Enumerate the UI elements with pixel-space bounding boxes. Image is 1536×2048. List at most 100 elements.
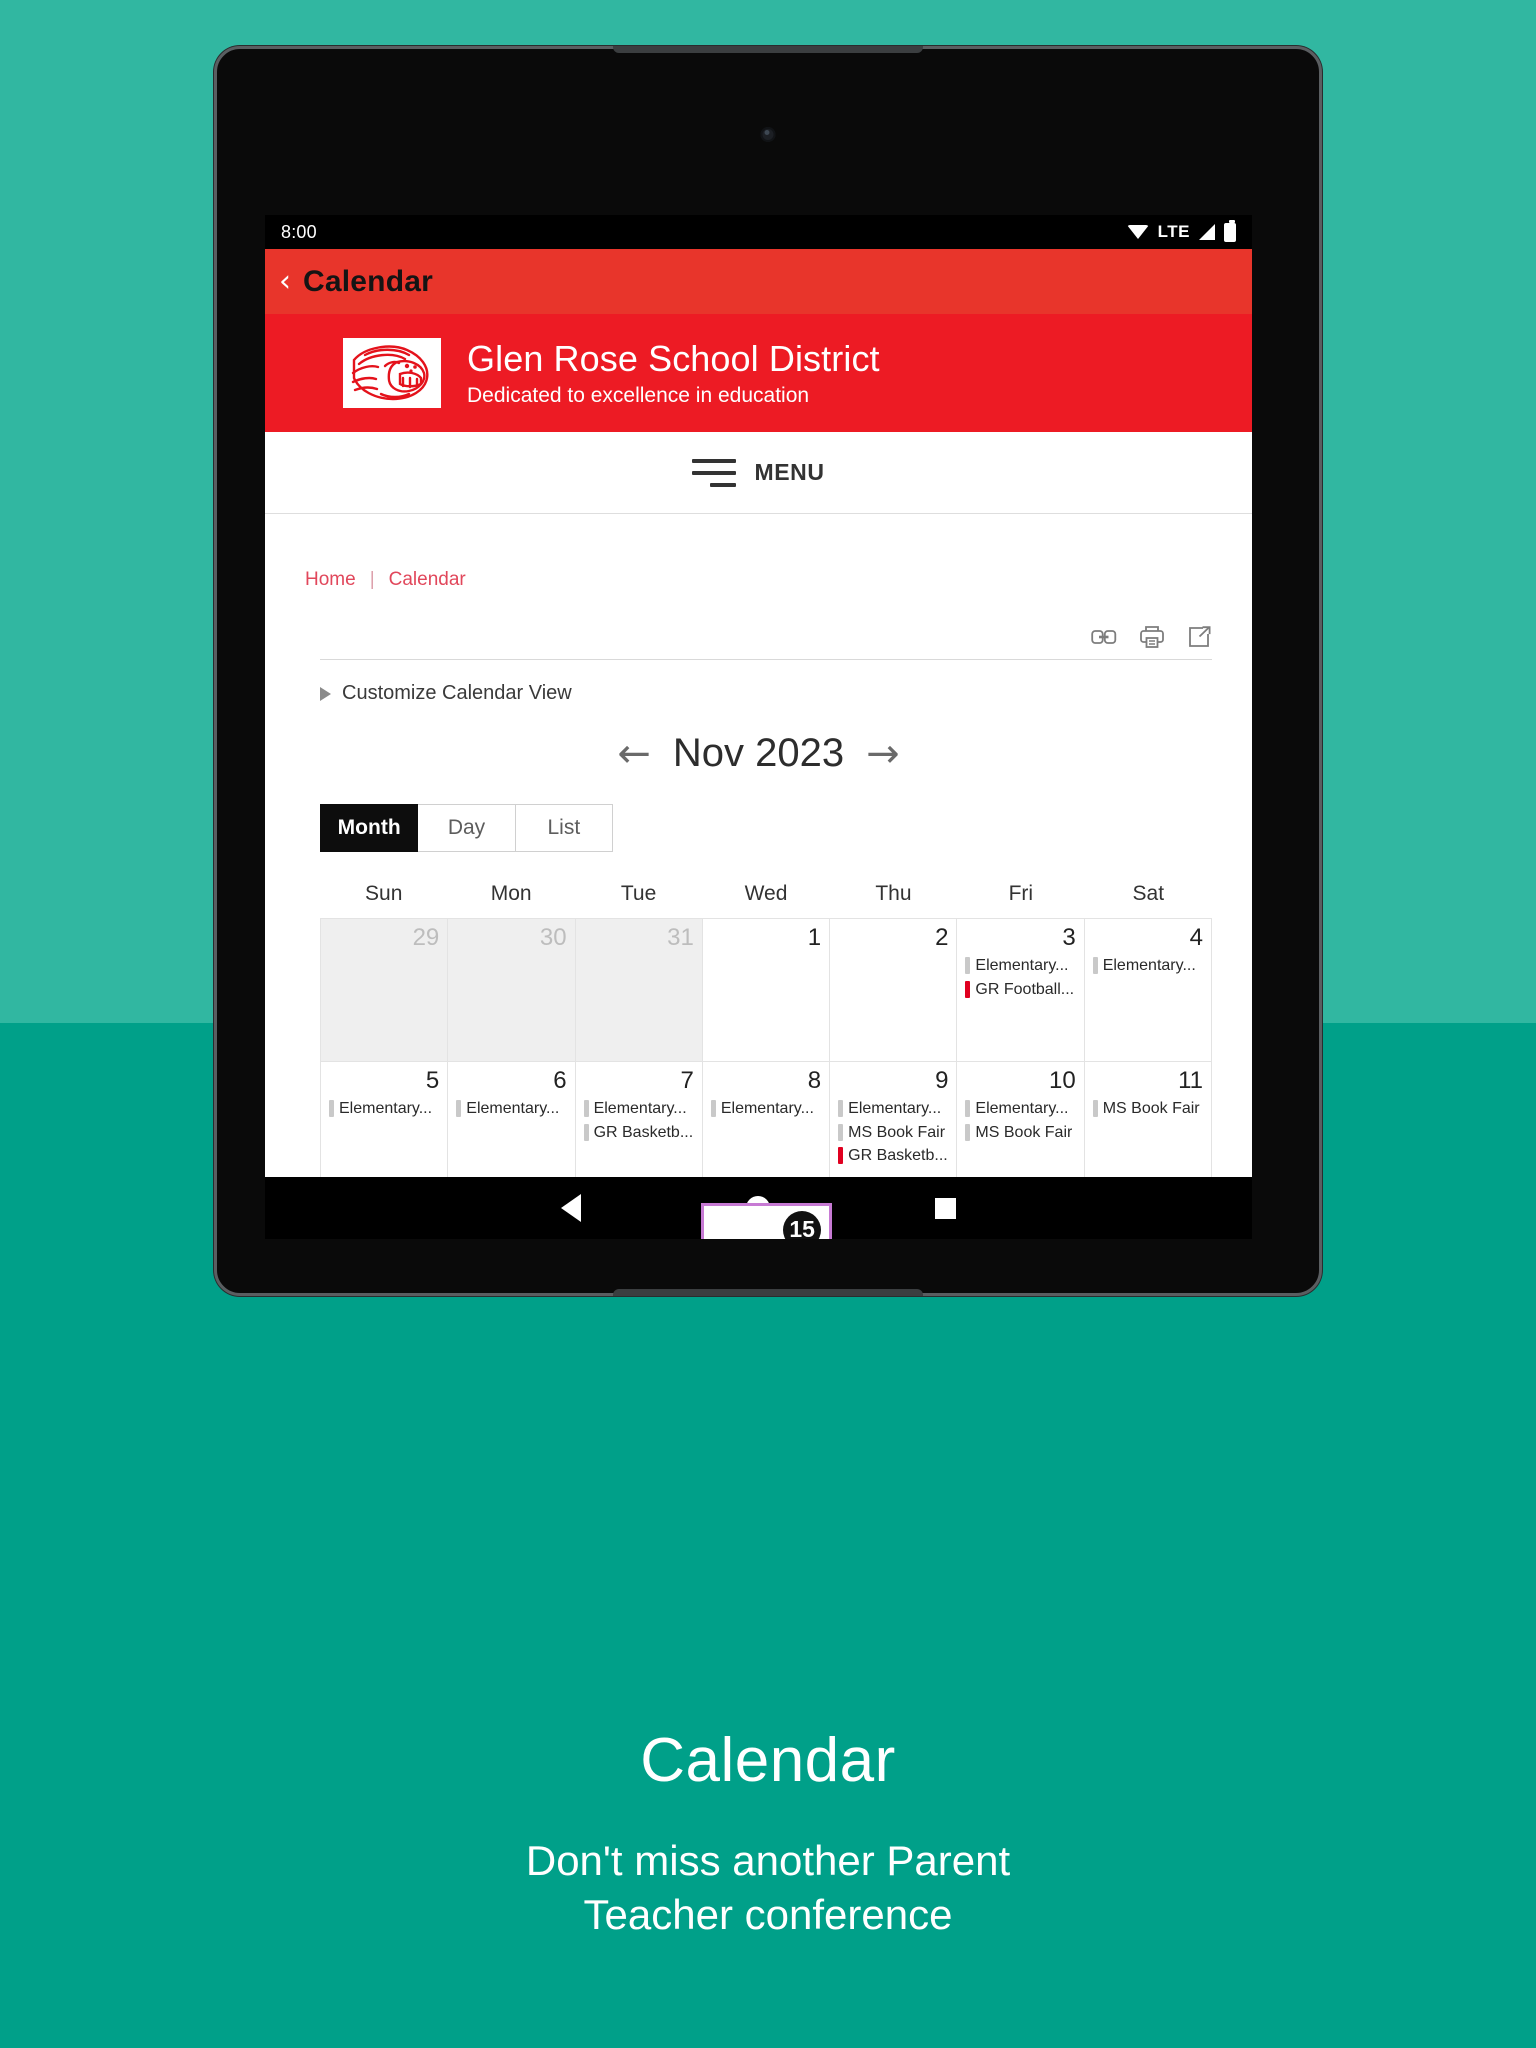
share-external-icon[interactable] <box>1187 625 1212 649</box>
promo-page: 8:00 LTE ‹ Calendar Glen Rose School Dis… <box>0 0 1536 2048</box>
event-color-bar <box>965 1123 971 1141</box>
event-color-bar <box>329 1100 334 1118</box>
event-title: Elementary... <box>466 1100 560 1118</box>
calendar-day-number: 30 <box>539 924 567 951</box>
event-title: Elementary... <box>975 957 1069 975</box>
caption-subtitle: Don't miss another Parent Teacher confere… <box>0 1834 1536 1942</box>
event-title: Elementary... <box>339 1100 433 1118</box>
tab-month[interactable]: Month <box>320 804 419 852</box>
triangle-right-icon <box>320 686 331 701</box>
event-title: MS Book Fair <box>848 1123 946 1141</box>
calendar-day-number: 9 <box>935 1067 949 1094</box>
back-chevron-icon[interactable]: ‹ <box>273 266 303 297</box>
next-month-arrow-icon[interactable]: → <box>866 734 900 774</box>
calendar-day-cell-today[interactable]: 15MS Book Fair <box>700 1203 833 1239</box>
recents-square-icon[interactable] <box>935 1197 956 1219</box>
page-body: Home | Calendar Customize Calendar View … <box>265 514 1252 1239</box>
tab-list[interactable]: List <box>515 804 613 852</box>
event-color-bar <box>583 1123 589 1141</box>
calendar-event[interactable]: Elementary... <box>456 1097 566 1120</box>
calendar-day-number: 6 <box>553 1067 567 1094</box>
calendar-day-cell[interactable]: 1 <box>702 919 831 1061</box>
event-color-bar <box>456 1100 462 1118</box>
calendar-event[interactable]: Elementary... <box>838 1097 948 1120</box>
calendar-day-headers: Sun Mon Tue Wed Thu Fri Sat <box>320 882 1212 906</box>
breadcrumb-item-home[interactable]: Home <box>305 569 356 591</box>
calendar-day-number: 8 <box>807 1067 822 1094</box>
today-badge: 15 <box>783 1211 822 1239</box>
calendar-event[interactable]: Elementary... <box>710 1097 821 1120</box>
calendar-day-number: 7 <box>680 1067 694 1094</box>
event-color-bar <box>1092 957 1098 975</box>
calendar-day-header: Sun <box>365 882 403 905</box>
event-color-bar <box>838 1123 844 1141</box>
calendar-event[interactable]: GR Football... <box>965 978 1075 1001</box>
event-color-bar <box>965 1100 971 1118</box>
event-title: MS Book Fair <box>975 1123 1073 1141</box>
tablet-device-frame: 8:00 LTE ‹ Calendar Glen Rose School Dis… <box>214 46 1322 1296</box>
calendar-event[interactable]: MS Book Fair <box>965 1121 1075 1144</box>
battery-icon <box>1224 219 1236 242</box>
calendar-event[interactable]: MS Book Fair <box>1092 1097 1203 1120</box>
event-color-bar <box>1092 1100 1098 1118</box>
calendar-day-number: 1 <box>807 924 822 951</box>
customize-calendar-view-toggle[interactable]: Customize Calendar View <box>320 682 1252 705</box>
event-title: Elementary... <box>1102 957 1196 975</box>
event-title: GR Basketb... <box>848 1146 948 1164</box>
beaver-mascot-logo[interactable] <box>343 338 441 408</box>
page-title: Calendar <box>303 264 433 298</box>
menu-label: MENU <box>754 459 825 485</box>
calendar-day-number: 10 <box>1049 1067 1076 1094</box>
network-type-label: LTE <box>1157 222 1190 241</box>
breadcrumb-item-calendar[interactable]: Calendar <box>389 569 466 591</box>
front-camera-icon <box>760 127 776 142</box>
caption-subtitle-line: Don't miss another Parent <box>525 1837 1011 1884</box>
link-icon[interactable] <box>1091 626 1117 648</box>
previous-month-arrow-icon[interactable]: ← <box>617 734 651 774</box>
district-name: Glen Rose School District <box>467 337 880 379</box>
brand-text-block: Glen Rose School District Dedicated to e… <box>467 338 880 408</box>
event-title: Elementary... <box>720 1100 814 1118</box>
calendar-event[interactable]: GR Basketb... <box>583 1121 694 1144</box>
calendar-day-number: 31 <box>667 924 694 951</box>
calendar-day-number: 4 <box>1189 924 1203 951</box>
wifi-icon <box>1126 225 1149 239</box>
tab-day[interactable]: Day <box>418 804 516 852</box>
calendar-week-row: 29 30 31 1 2 3 Elementary... GR Football... 4 Ele… <box>321 918 1212 1061</box>
calendar-event[interactable]: Elementary... <box>329 1097 439 1120</box>
calendar-day-number: 29 <box>412 924 440 951</box>
calendar-day-cell[interactable]: 31 <box>575 919 703 1061</box>
breadcrumb: Home | Calendar <box>265 514 1252 591</box>
calendar-day-header: Mon <box>490 882 532 905</box>
caption-subtitle-line: Teacher conference <box>583 1890 953 1938</box>
hamburger-icon[interactable] <box>692 458 737 487</box>
calendar-day-number: 5 <box>425 1067 440 1094</box>
event-title: Elementary... <box>975 1100 1069 1118</box>
calendar-event[interactable]: Elementary... <box>1092 954 1203 977</box>
hamburger-line-1 <box>692 458 737 463</box>
menu-bar[interactable]: MENU <box>265 432 1252 514</box>
event-title: MS Book Fair <box>1102 1100 1200 1118</box>
calendar-event[interactable]: Elementary... <box>965 954 1075 977</box>
calendar-day-number-wrap: 15 <box>711 1211 822 1239</box>
calendar-day-number: 11 <box>1178 1067 1203 1094</box>
calendar-event[interactable]: GR Basketb... <box>838 1144 948 1167</box>
event-color-bar <box>838 1146 844 1164</box>
calendar-event[interactable]: MS Book Fair <box>838 1121 948 1144</box>
site-brand-header: Glen Rose School District Dedicated to e… <box>265 314 1252 432</box>
calendar-day-cell[interactable]: 30 <box>448 919 576 1061</box>
customize-calendar-view-label: Customize Calendar View <box>342 682 572 704</box>
event-color-bar <box>965 980 971 998</box>
back-triangle-icon[interactable] <box>561 1194 581 1222</box>
device-bottom-speaker <box>613 1289 923 1296</box>
calendar-day-cell[interactable]: 4 Elementary... <box>1084 919 1212 1061</box>
print-icon[interactable] <box>1139 625 1165 649</box>
calendar-event[interactable]: Elementary... <box>583 1097 694 1120</box>
calendar-day-cell[interactable]: 29 <box>321 919 449 1061</box>
device-screen: 8:00 LTE ‹ Calendar Glen Rose School Dis… <box>265 215 1252 1239</box>
status-bar: 8:00 LTE <box>265 215 1252 249</box>
calendar-event[interactable]: Elementary... <box>965 1097 1075 1120</box>
calendar-day-cell[interactable]: 2 <box>830 919 958 1061</box>
month-navigation: ← Nov 2023 → <box>265 731 1252 776</box>
calendar-day-cell[interactable]: 3 Elementary... GR Football... <box>957 919 1085 1061</box>
